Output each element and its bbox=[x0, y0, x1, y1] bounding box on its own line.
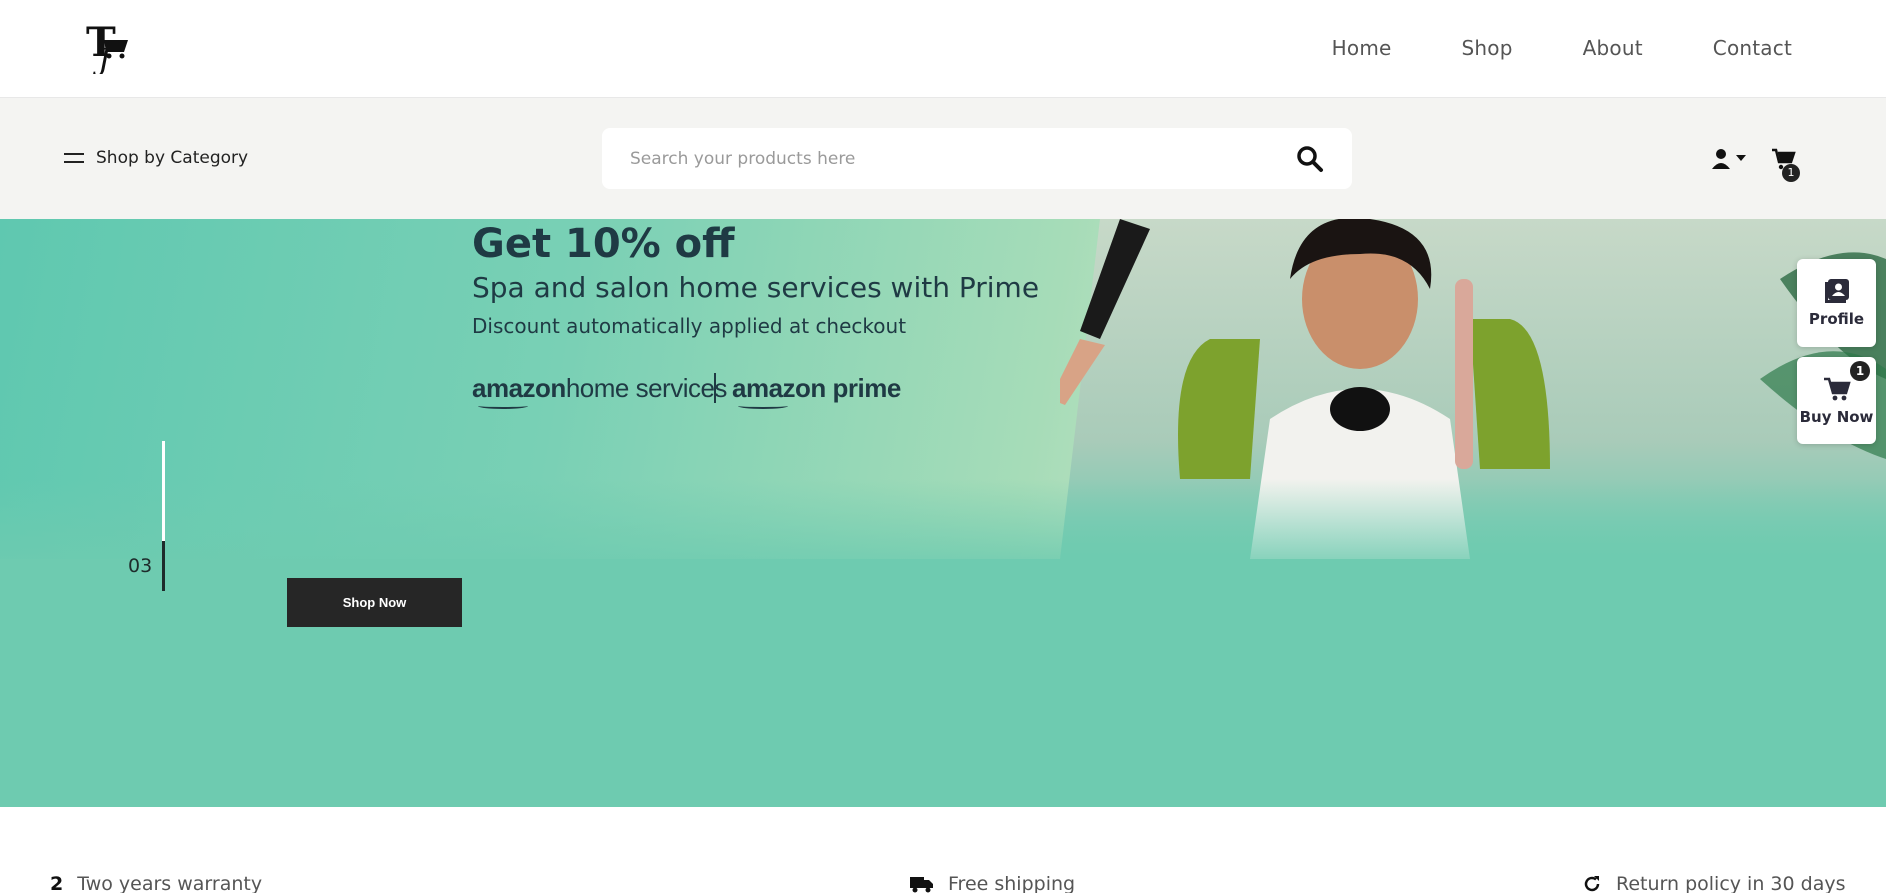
shop-by-category-button[interactable]: Shop by Category bbox=[64, 148, 248, 168]
cart-count-badge: 1 bbox=[1782, 164, 1800, 182]
truck-icon bbox=[910, 877, 933, 893]
profile-widget[interactable]: Profile bbox=[1797, 259, 1876, 347]
feature-returns: Return policy in 30 days bbox=[1582, 873, 1845, 893]
feature-warranty: 2 Two years warranty bbox=[50, 873, 262, 893]
nav-about[interactable]: About bbox=[1583, 36, 1643, 60]
hero-fade bbox=[0, 479, 1886, 579]
menu-icon bbox=[64, 152, 84, 164]
nav-home[interactable]: Home bbox=[1332, 36, 1392, 60]
amazon-prime-logo: amazon prime bbox=[732, 373, 901, 403]
nav-contact[interactable]: Contact bbox=[1713, 36, 1792, 60]
features-strip: 2 Two years warranty Free shipping Retur… bbox=[0, 807, 1886, 893]
shop-now-button[interactable]: Shop Now bbox=[287, 578, 462, 627]
category-label: Shop by Category bbox=[96, 148, 249, 168]
profile-card-icon bbox=[1825, 279, 1849, 303]
user-account-icon[interactable] bbox=[1712, 148, 1748, 170]
hero-note: Discount automatically applied at checko… bbox=[472, 314, 907, 338]
feature-label: Free shipping bbox=[948, 873, 1076, 893]
feature-label: Two years warranty bbox=[77, 873, 263, 893]
search-band: Shop by Category 1 bbox=[0, 98, 1886, 219]
slide-progress-track bbox=[162, 441, 165, 541]
feature-shipping: Free shipping bbox=[910, 873, 1075, 893]
search-input[interactable] bbox=[630, 144, 1250, 174]
amazon-smile-icon-2 bbox=[738, 403, 788, 409]
search-box bbox=[602, 128, 1352, 189]
top-navbar: T J Home Shop About Contact bbox=[0, 0, 1886, 98]
profile-label: Profile bbox=[1808, 310, 1865, 328]
feature-label: Return policy in 30 days bbox=[1616, 873, 1846, 893]
site-logo[interactable]: T J bbox=[84, 18, 134, 74]
search-icon[interactable] bbox=[1296, 145, 1324, 173]
hero-subtitle: Spa and salon home services with Prime bbox=[472, 271, 1040, 304]
buy-count-badge: 1 bbox=[1850, 361, 1870, 381]
slide-progress-indicator bbox=[162, 541, 165, 591]
nav-shop[interactable]: Shop bbox=[1462, 36, 1513, 60]
amazon-home-services-logo: amazonhome services bbox=[472, 373, 727, 403]
warranty-number: 2 bbox=[50, 873, 64, 893]
main-nav: Home Shop About Contact bbox=[1262, 36, 1792, 60]
hero-title: Get 10% off bbox=[472, 221, 735, 267]
buy-now-widget[interactable]: 1 Buy Now bbox=[1797, 357, 1876, 444]
return-icon bbox=[1584, 876, 1600, 892]
amazon-smile-icon bbox=[478, 403, 528, 409]
brand-separator bbox=[714, 373, 716, 403]
cart-icon bbox=[1824, 377, 1851, 401]
buy-now-label: Buy Now bbox=[1799, 408, 1874, 426]
slide-number: 03 bbox=[128, 555, 153, 577]
hero-banner: Get 10% off Spa and salon home services … bbox=[0, 219, 1886, 807]
